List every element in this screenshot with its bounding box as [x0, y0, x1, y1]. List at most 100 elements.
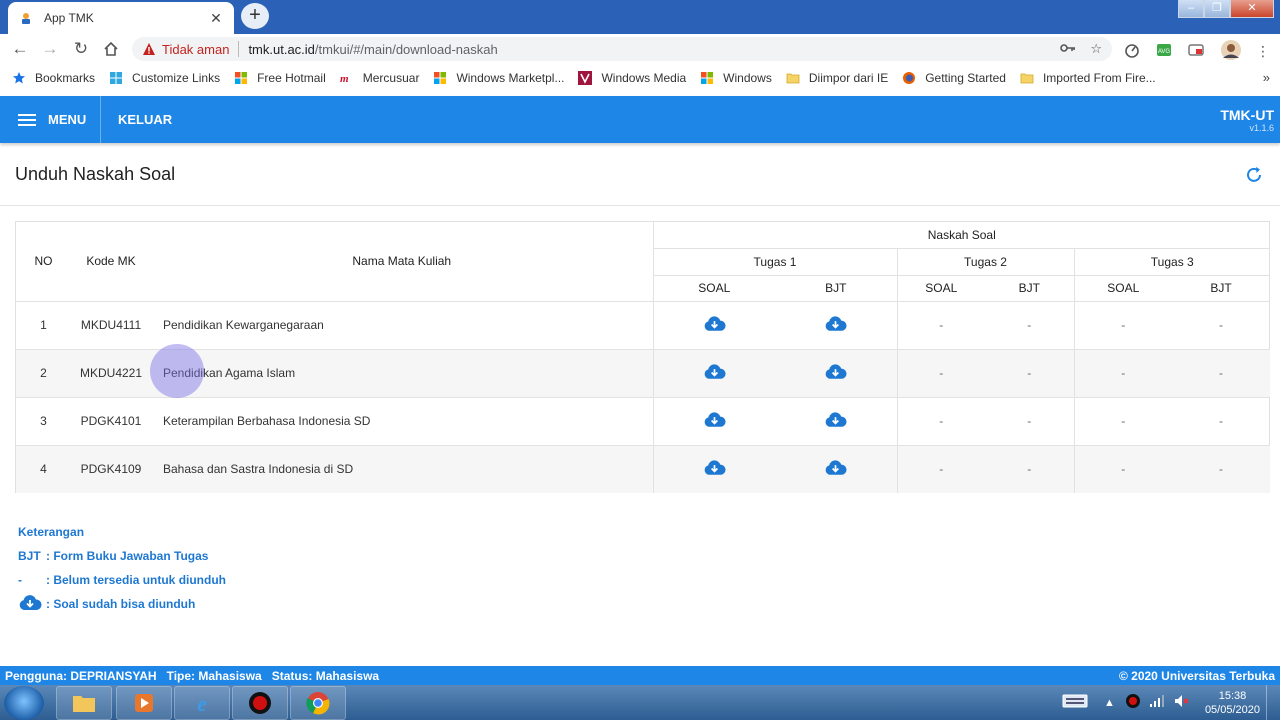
avg-extension-icon[interactable]: AVG: [1156, 42, 1172, 61]
unavailable-dash: -: [1121, 414, 1126, 428]
copyright: © 2020 Universitas Terbuka: [1118, 668, 1275, 683]
status-bar: Pengguna: DEPRIANSYAH Tipe: Mahasiswa St…: [0, 666, 1280, 685]
tray-expand-icon[interactable]: ▲: [1104, 697, 1115, 709]
key-icon[interactable]: [1060, 41, 1076, 58]
system-clock[interactable]: 15:38 05/05/2020: [1205, 689, 1260, 717]
bookmark-item[interactable]: Windows: [700, 71, 772, 85]
cloud-download-icon[interactable]: [703, 460, 726, 479]
minimize-button[interactable]: –: [1178, 0, 1204, 18]
row-t1-bjt: [775, 349, 897, 398]
col-header-naskah: Naskah Soal: [652, 222, 1271, 249]
show-desktop-button[interactable]: [1266, 685, 1276, 720]
hamburger-icon: [18, 113, 36, 126]
cloud-download-icon[interactable]: [824, 363, 847, 383]
unavailable-dash: -: [1027, 414, 1032, 428]
windows-icon: [434, 72, 447, 84]
row-t2-bjt: -: [985, 445, 1074, 493]
bookmark-label: Getting Started: [925, 71, 1006, 85]
bookmark-label: Mercusuar: [362, 71, 420, 85]
firefox-icon: [903, 72, 916, 84]
bookmark-item[interactable]: Free Hotmail: [234, 71, 326, 85]
home-icon[interactable]: [100, 38, 122, 60]
table-row: 3 PDGK4101 Keterampilan Berbahasa Indonesi…: [16, 397, 1271, 446]
reload-icon[interactable]: ↻: [70, 38, 92, 60]
new-tab-button[interactable]: +: [241, 3, 269, 29]
explorer-taskbar-icon[interactable]: [56, 686, 112, 720]
cloud-download-icon: [18, 594, 46, 614]
refresh-icon[interactable]: [1243, 164, 1265, 186]
menu-button[interactable]: MENU: [0, 96, 101, 143]
os-taskbar: e ▲ 15:38 05/05/2020: [0, 685, 1280, 720]
site-favicon-icon: [18, 10, 34, 26]
legend: Keterangan BJT : Form Buku Jawaban Tugas…: [18, 520, 226, 616]
media-player-taskbar-icon[interactable]: [116, 686, 172, 720]
legend-desc: : Form Buku Jawaban Tugas: [46, 549, 209, 563]
forward-icon[interactable]: →: [39, 38, 61, 60]
naskah-table: NO Kode MK Nama Mata Kuliah Naskah Soal …: [15, 221, 1271, 493]
bookmark-item[interactable]: Windows Media: [578, 71, 686, 85]
bookmarks-overflow-icon[interactable]: »: [1263, 70, 1270, 85]
col-header-t3-bjt: BJT: [1172, 275, 1271, 302]
tab-close-icon[interactable]: ✕: [208, 10, 224, 27]
back-icon[interactable]: ←: [9, 38, 31, 60]
row-no: 4: [16, 445, 71, 493]
browser-tab[interactable]: App TMK ✕: [8, 2, 234, 34]
bookmark-item[interactable]: Diimpor dari IE: [786, 71, 888, 85]
row-kode-mk: PDGK4109: [71, 445, 151, 493]
col-header-tugas2: Tugas 2: [896, 248, 1074, 276]
internet-explorer-taskbar-icon[interactable]: e: [174, 686, 230, 720]
row-t3-bjt: -: [1172, 301, 1271, 350]
bookmark-star-icon[interactable]: ☆: [1090, 41, 1102, 58]
bookmark-item[interactable]: Bookmarks: [12, 71, 95, 85]
cloud-download-icon[interactable]: [703, 411, 726, 431]
chrome-taskbar-icon[interactable]: [290, 686, 346, 720]
app-brand: TMK-UT v1.1.6: [1220, 107, 1274, 133]
logout-button[interactable]: KELUAR: [118, 112, 172, 127]
cloud-download-icon[interactable]: [824, 460, 847, 479]
row-kode-mk: PDGK4101: [71, 397, 151, 446]
network-icon[interactable]: [1149, 694, 1165, 711]
status-state: Status: Mahasiswa: [271, 668, 380, 683]
col-header-t1-soal: SOAL: [652, 275, 775, 302]
cloud-download-icon[interactable]: [824, 411, 847, 431]
profile-avatar[interactable]: [1220, 39, 1242, 64]
bookmark-label: Windows: [723, 71, 772, 85]
omnibox-icons: ☆: [1060, 41, 1102, 58]
volume-muted-icon[interactable]: [1173, 693, 1189, 712]
app-version: v1.1.6: [1249, 123, 1274, 133]
windows-icon: [235, 72, 248, 84]
cursor-highlight: [150, 344, 204, 398]
record-tray-icon[interactable]: [1125, 693, 1141, 712]
security-indicator[interactable]: Tidak aman: [142, 42, 229, 57]
cast-extension-icon[interactable]: [1188, 42, 1204, 61]
maximize-button[interactable]: ❐: [1204, 0, 1230, 18]
bookmark-label: Imported From Fire...: [1042, 71, 1156, 85]
start-button[interactable]: [4, 686, 44, 720]
col-header-tugas1: Tugas 1: [652, 248, 897, 276]
bookmark-item[interactable]: Windows Marketpl...: [433, 71, 564, 85]
legend-key: BJT: [18, 549, 41, 563]
unavailable-dash: -: [1027, 462, 1032, 477]
bookmark-item[interactable]: Imported From Fire...: [1020, 71, 1156, 85]
cloud-download-icon[interactable]: [824, 315, 847, 335]
row-t1-soal: [652, 445, 775, 493]
cloud-download-icon[interactable]: [703, 315, 726, 335]
cloud-download-icon[interactable]: [703, 363, 726, 383]
address-bar[interactable]: Tidak aman tmk.ut.ac.id/tmkui/#/main/dow…: [132, 37, 1112, 61]
bookmark-item[interactable]: m Mercusuar: [340, 71, 420, 85]
bookmark-item[interactable]: Getting Started: [902, 71, 1006, 85]
chrome-menu-icon[interactable]: ⋮: [1256, 43, 1270, 60]
bookmark-label: Windows Marketpl...: [456, 71, 565, 85]
status-type: Tipe: Mahasiswa: [166, 668, 262, 683]
mercusuar-icon: m: [340, 73, 349, 85]
unavailable-dash: -: [939, 414, 944, 428]
close-window-button[interactable]: ✕: [1230, 0, 1274, 18]
row-kode-mk: MKDU4221: [71, 349, 151, 398]
unavailable-dash: -: [1027, 318, 1032, 332]
bookmark-item[interactable]: Customize Links: [109, 71, 220, 85]
unavailable-dash: -: [1121, 366, 1126, 380]
keyboard-icon[interactable]: [1062, 693, 1088, 712]
brand-name: TMK-UT: [1220, 107, 1274, 123]
recorder-taskbar-icon[interactable]: [232, 686, 288, 720]
speed-icon[interactable]: [1124, 42, 1140, 61]
